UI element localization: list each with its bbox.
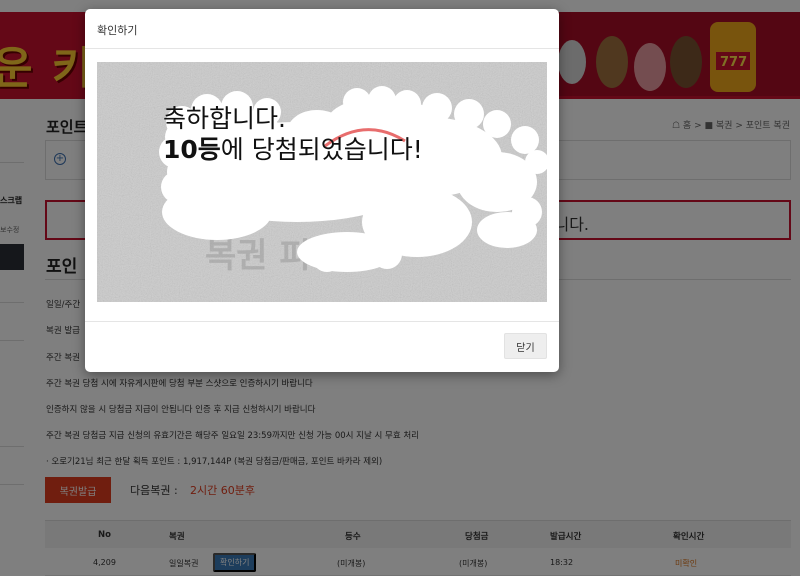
win-message-rest: 에 당첨되었습니다! (220, 135, 423, 164)
modal-header: 확인하기 (85, 9, 559, 49)
scratch-ticket-image: 복권 퍼 (97, 62, 547, 302)
modal-footer-divider (85, 321, 559, 322)
confirm-modal: 확인하기 복권 퍼 축하합니다. 10등에 당첨되었습니다! 닫기 (85, 9, 559, 372)
win-rank: 10등 (163, 135, 221, 164)
modal-title: 확인하기 (97, 24, 138, 37)
win-message-line2: 10등에 당첨되었습니다! (163, 130, 423, 166)
scratch-ticket-graphic: 복권 퍼 (97, 62, 547, 302)
svg-text:복권 퍼: 복권 퍼 (205, 236, 311, 276)
close-button[interactable]: 닫기 (504, 333, 547, 359)
